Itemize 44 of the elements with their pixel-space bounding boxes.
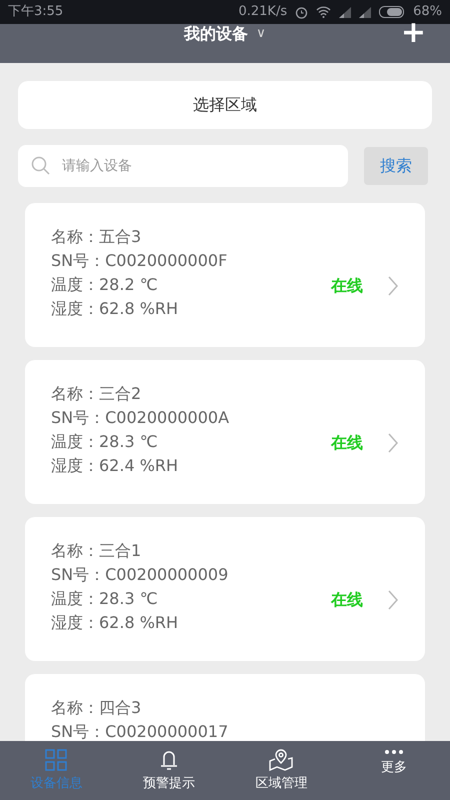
device-temperature: 温度：28.3 ℃	[51, 431, 159, 453]
chevron-icon	[387, 276, 399, 296]
dropdown-caret[interactable]: ∨	[256, 24, 266, 44]
search-field[interactable]: 请输入设备	[18, 145, 348, 187]
device-card[interactable]: 名称：三合1 SN号：C00200000009 温度：28.3 ℃ 湿度：62.8 %RH 在线	[25, 517, 425, 661]
device-card[interactable]: 名称：五合3 SN号：C0020000000F 温度：28.2 ℃ 湿度：62.8 %RH 在线	[25, 203, 425, 347]
device-serial: SN号：C00200000009	[51, 564, 230, 586]
battery-icon	[379, 6, 406, 18]
page-title[interactable]: 我的设备	[184, 24, 248, 42]
alarm-icon	[295, 6, 308, 18]
device-temperature: 温度：28.2 ℃	[51, 274, 159, 296]
device-card[interactable]: 名称：三合2 SN号：C0020000000A 温度：28.3 ℃ 湿度：62.4 %RH 在线	[25, 360, 425, 504]
search-button[interactable]: 搜索	[364, 147, 428, 185]
device-humidity: 湿度：62.8 %RH	[51, 298, 180, 320]
bell-icon	[160, 749, 178, 771]
device-humidity: 湿度：62.8 %RH	[51, 612, 180, 634]
status-label: 在线	[331, 275, 363, 297]
network-speed: 0.21K/s	[238, 3, 288, 22]
device-serial: SN号：C0020000000A	[51, 407, 230, 429]
chevron-icon	[387, 590, 399, 610]
device-name: 名称：三合1	[51, 540, 142, 562]
device-temperature: 温度：28.3 ℃	[51, 588, 159, 610]
nav-tab[interactable]: 更多	[338, 741, 450, 800]
device-card[interactable]: 名称：四合3 SN号：C00200000017	[25, 674, 425, 741]
device-name: 名称：五合3	[51, 226, 142, 248]
map-pin-icon	[269, 749, 294, 771]
area-select-button[interactable]: 选择区域	[18, 81, 432, 129]
wifi-icon	[316, 6, 332, 18]
grid-icon	[45, 749, 68, 771]
device-serial: SN号：C00200000017	[51, 721, 230, 741]
more-icon	[382, 749, 405, 755]
signal-icon	[359, 6, 372, 18]
nav-tab[interactable]: 区域管理	[225, 741, 338, 800]
device-humidity: 湿度：62.4 %RH	[51, 455, 180, 477]
chevron-icon	[387, 433, 399, 453]
status-time: 下午3:55	[8, 3, 64, 22]
device-name: 名称：三合2	[51, 383, 142, 405]
device-serial: SN号：C0020000000F	[51, 250, 228, 272]
nav-tab[interactable]: 预警提示	[112, 741, 225, 800]
signal-icon	[339, 6, 352, 18]
status-label: 在线	[331, 432, 363, 454]
status-label: 在线	[331, 589, 363, 611]
device-name: 名称：四合3	[51, 697, 142, 719]
search-icon	[31, 156, 51, 176]
